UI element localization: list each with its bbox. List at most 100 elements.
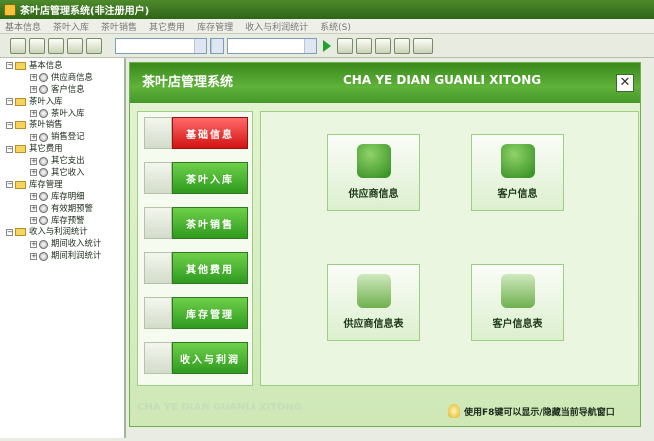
collapse-icon[interactable]: −	[6, 228, 13, 236]
run-icon[interactable]	[323, 40, 331, 52]
zoom-icon[interactable]	[356, 38, 372, 54]
folder-icon	[15, 97, 26, 106]
tree-folder[interactable]: − 库存管理	[0, 179, 124, 191]
filter-select-3[interactable]	[227, 38, 317, 54]
menu-item-other-fees[interactable]: 其它费用	[149, 20, 185, 33]
collapse-icon[interactable]: −	[6, 121, 13, 129]
monitor-icon[interactable]	[86, 38, 102, 54]
record-icon	[39, 216, 48, 226]
expand-icon[interactable]: +	[30, 205, 37, 213]
tree-label: 基本信息	[29, 60, 63, 70]
image-icon[interactable]	[67, 38, 83, 54]
tile-supplier-info[interactable]: 供应商信息	[327, 134, 420, 211]
category-other-fees[interactable]: 其他费用	[144, 252, 248, 284]
refresh-icon[interactable]	[394, 38, 410, 54]
title-bar: 茶叶店管理系统(非注册用户)	[0, 0, 654, 19]
folder-icon	[15, 145, 26, 154]
doc-icon[interactable]	[48, 38, 64, 54]
expand-icon[interactable]: +	[30, 74, 37, 82]
record-icon	[39, 239, 48, 249]
category-stock-in[interactable]: 茶叶入库	[144, 162, 248, 194]
tree-label: 客户信息	[51, 83, 85, 94]
tree-label: 有效期预警	[51, 202, 93, 213]
filter-select-2[interactable]	[210, 38, 224, 54]
menu-item-basic[interactable]: 基本信息	[5, 20, 41, 33]
menu-item-sales[interactable]: 茶叶销售	[101, 20, 137, 33]
record-icon	[39, 73, 48, 83]
tree-folder[interactable]: − 茶叶销售	[0, 119, 124, 131]
tree-folder[interactable]: − 其它费用	[0, 143, 124, 155]
tree-item[interactable]: + 库存明细	[0, 191, 124, 203]
tree-item[interactable]: + 供应商信息	[0, 72, 124, 84]
expand-icon[interactable]: +	[30, 217, 37, 225]
category-sales[interactable]: 茶叶销售	[144, 207, 248, 239]
window-title: 茶叶店管理系统(非注册用户)	[20, 6, 150, 17]
collapse-icon[interactable]: −	[6, 98, 13, 106]
record-icon	[39, 251, 48, 261]
tree-label: 销售登记	[51, 131, 85, 142]
expand-icon[interactable]: +	[30, 169, 37, 177]
menu-item-inventory[interactable]: 库存管理	[197, 20, 233, 33]
house-icon	[144, 162, 172, 194]
panel-title: 茶叶店管理系统	[142, 75, 234, 90]
tile-customer-table[interactable]: 客户信息表	[471, 264, 564, 341]
tile-customer-info[interactable]: 客户信息	[471, 134, 564, 211]
panel-header: 茶叶店管理系统 CHA YE DIAN GUANLI XITONG ✕	[130, 63, 640, 103]
tree-folder[interactable]: − 茶叶入库	[0, 96, 124, 108]
category-inventory[interactable]: 库存管理	[144, 297, 248, 329]
arrow-icon	[144, 207, 172, 239]
collapse-icon[interactable]: −	[6, 145, 13, 153]
tile-supplier-table[interactable]: 供应商信息表	[327, 264, 420, 341]
tree-icon[interactable]	[10, 38, 26, 54]
expand-icon[interactable]: +	[30, 240, 37, 248]
folder-icon	[15, 121, 26, 130]
preview-icon[interactable]	[375, 38, 391, 54]
tile-label: 客户信息表	[492, 319, 543, 330]
record-icon	[39, 156, 48, 166]
category-basic-info[interactable]: 基础信息	[144, 117, 248, 149]
app-icon	[4, 3, 16, 16]
menu-item-income[interactable]: 收入与利润统计	[245, 20, 308, 33]
tree-item[interactable]: + 销售登记	[0, 131, 124, 143]
tree-folder[interactable]: − 基本信息	[0, 60, 124, 72]
expand-icon[interactable]: +	[30, 252, 37, 260]
tree-label: 库存明细	[51, 190, 85, 201]
tree-label: 其它收入	[51, 167, 85, 178]
f8-hint: 使用F8键可以显示/隐藏当前导航窗口	[448, 404, 615, 418]
expand-icon[interactable]: +	[30, 133, 37, 141]
main-panel: 茶叶店管理系统 CHA YE DIAN GUANLI XITONG ✕ 基础信息…	[129, 62, 641, 427]
tree-item[interactable]: + 期间利润统计	[0, 250, 124, 262]
close-icon[interactable]: ✕	[616, 74, 634, 92]
filter-select-1[interactable]	[115, 38, 207, 54]
tile-label: 客户信息	[497, 189, 538, 200]
menu-item-system[interactable]: 系统(S)	[320, 20, 351, 33]
category-income-profit[interactable]: 收入与利润	[144, 342, 248, 374]
expand-icon[interactable]: +	[30, 193, 37, 201]
tree-label: 库存管理	[29, 178, 63, 189]
tree-label: 期间收入统计	[51, 238, 102, 249]
pencil-icon[interactable]	[413, 38, 433, 54]
tree-item[interactable]: + 客户信息	[0, 84, 124, 96]
expand-icon[interactable]: +	[30, 110, 37, 117]
tree-label: 供应商信息	[51, 71, 93, 82]
tree-item[interactable]: + 有效期预警	[0, 203, 124, 215]
grid-icon[interactable]	[29, 38, 45, 54]
tree-item[interactable]: + 其它收入	[0, 167, 124, 179]
tree-item[interactable]: + 库存预警	[0, 215, 124, 227]
tree-item[interactable]: + 茶叶入库	[0, 108, 124, 120]
category-label: 收入与利润	[172, 342, 248, 374]
user-search-icon[interactable]	[337, 38, 353, 54]
tree-item[interactable]: + 其它支出	[0, 155, 124, 167]
collapse-icon[interactable]: −	[6, 62, 13, 70]
panel-footer-watermark: CHA YE DIAN GUANLI XITONG	[137, 402, 303, 413]
gear-icon	[144, 117, 172, 149]
tree-folder[interactable]: − 收入与利润统计	[0, 226, 124, 238]
collapse-icon[interactable]: −	[6, 181, 13, 189]
tree-item[interactable]: + 期间收入统计	[0, 238, 124, 250]
expand-icon[interactable]: +	[30, 157, 37, 165]
menu-bar: 基本信息 茶叶入库 茶叶销售 其它费用 库存管理 收入与利润统计 系统(S)	[0, 19, 654, 34]
hint-text: 使用F8键可以显示/隐藏当前导航窗口	[464, 407, 615, 418]
record-icon	[39, 192, 48, 202]
expand-icon[interactable]: +	[30, 86, 37, 94]
menu-item-stock-in[interactable]: 茶叶入库	[53, 20, 89, 33]
